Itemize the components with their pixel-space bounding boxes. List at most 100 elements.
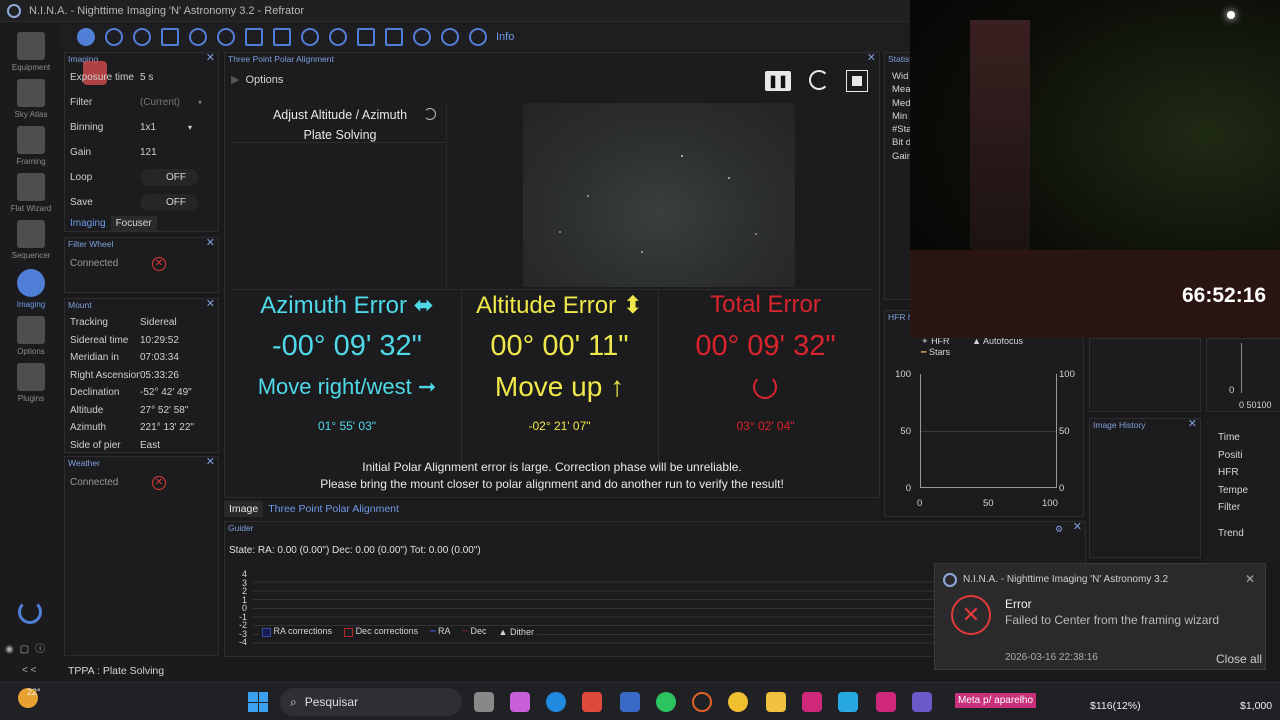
error-icon: ✕ (152, 256, 166, 271)
pier-label: Side of pier (70, 440, 121, 451)
legend-ra-corrections: RA corrections (262, 626, 332, 637)
sidereal-value: 10:29:52 (140, 335, 179, 346)
hfr-ytick-right: 0 (1059, 483, 1065, 494)
sidebar-item-framing[interactable]: Framing (0, 126, 62, 166)
pier-value: East (140, 440, 161, 451)
house-icon[interactable] (357, 28, 375, 46)
whatsapp-icon[interactable] (656, 692, 676, 712)
loop-toggle[interactable]: OFF (140, 169, 198, 186)
sidebar-item-equipment[interactable]: Equipment (0, 32, 62, 72)
origin-icon[interactable] (692, 692, 712, 712)
close-icon[interactable]: ✕ (206, 237, 215, 250)
legend-dec-corrections: Dec corrections (344, 626, 418, 637)
rotator-icon[interactable] (189, 28, 207, 46)
total-error-title: Total Error (710, 291, 821, 318)
guider-title: Guider (228, 523, 254, 533)
meta-notification[interactable]: Meta p/ aparelho (955, 693, 1037, 708)
close-icon[interactable]: ✕ (206, 52, 215, 65)
sidebar-item-imaging[interactable]: Imaging (0, 269, 62, 309)
app-icon[interactable] (802, 692, 822, 712)
legend-dither: ▲ Dither (498, 626, 534, 637)
dome-icon[interactable] (133, 28, 151, 46)
mount-panel: Mount ✕ Tracking Sidereal Sidereal time 10:… (64, 298, 219, 453)
pause-button[interactable]: ❚❚ (765, 71, 791, 91)
chart-icon[interactable] (385, 28, 403, 46)
stop-button[interactable] (846, 70, 868, 92)
tab-imaging[interactable]: Imaging (65, 218, 111, 229)
copilot-icon[interactable] (510, 692, 530, 712)
close-all-button[interactable]: Close all (1216, 652, 1262, 666)
mini-panel (1089, 338, 1201, 412)
app-icon[interactable] (876, 692, 896, 712)
chevron-down-icon[interactable]: ▾ (188, 123, 192, 132)
folder-icon[interactable] (766, 692, 786, 712)
sidebar-item-sky-atlas[interactable]: Sky Atlas (0, 79, 62, 119)
close-icon[interactable]: ✕ (206, 298, 215, 311)
filter-select[interactable]: (Current) (140, 97, 198, 108)
flat-wizard-icon (17, 173, 45, 201)
close-icon[interactable]: ✕ (1245, 572, 1255, 586)
total-error-value: 00° 09' 32" (695, 330, 836, 362)
close-icon[interactable]: ✕ (1073, 521, 1082, 534)
edge-icon[interactable] (546, 692, 566, 712)
target-icon[interactable] (217, 28, 235, 46)
tab-image[interactable]: Image (224, 501, 264, 517)
wave-icon[interactable] (413, 28, 431, 46)
sidebar-item-plugins[interactable]: Plugins (0, 363, 62, 403)
start-icon[interactable] (248, 692, 268, 712)
arc-icon[interactable] (329, 28, 347, 46)
exposure-field[interactable]: 5 s (140, 72, 153, 83)
bulb-icon[interactable] (441, 28, 459, 46)
search-icon: ⌕ (290, 694, 297, 709)
chevron-down-icon[interactable]: ▾ (198, 98, 202, 107)
shield-icon[interactable] (469, 28, 487, 46)
tppa-panel: Three Point Polar Alignment ✕ ▶ Options ❚❚… (224, 52, 880, 498)
filter-wheel-panel: Filter Wheel ✕ Connected ✕ (64, 237, 219, 293)
app-icon[interactable] (620, 692, 640, 712)
sidebar-label: Flat Wizard (10, 204, 52, 213)
filter-label: Filter (70, 97, 93, 108)
legend-ra: ━ RA (430, 626, 451, 636)
altitude-label: Altitude (70, 405, 104, 416)
filter-wheel-icon[interactable] (105, 28, 123, 46)
app-icon[interactable] (912, 692, 932, 712)
settings-icon[interactable]: ⚙ (1055, 524, 1063, 535)
close-icon[interactable]: ✕ (206, 456, 215, 469)
sliders-icon[interactable] (273, 28, 291, 46)
store-icon[interactable] (582, 692, 602, 712)
collapse-button[interactable]: < < (22, 665, 36, 676)
hfr-ytick: 0 (905, 483, 911, 494)
tab-focuser[interactable]: Focuser (110, 216, 157, 231)
stat-label: Mea (892, 84, 911, 96)
close-icon[interactable]: ✕ (867, 52, 876, 65)
connection-label: Connected (70, 258, 119, 269)
stat-label: Med (892, 97, 911, 109)
chrome-icon[interactable] (728, 692, 748, 712)
hfr-legend: ✦ HFR ▲ Autofocus ━ Stars (921, 336, 1023, 358)
task-view-icon[interactable] (474, 692, 494, 712)
power-icon[interactable] (18, 600, 42, 624)
options-expander[interactable]: ▶ Options (231, 73, 283, 87)
sidebar-item-options[interactable]: Options (0, 316, 62, 356)
list-icon[interactable] (245, 28, 263, 46)
info-tab[interactable]: Info (496, 31, 514, 43)
save-toggle[interactable]: OFF (140, 194, 198, 211)
gain-field[interactable]: 121 (140, 147, 157, 158)
refresh-button[interactable] (809, 70, 829, 90)
focus-icon[interactable] (161, 28, 179, 46)
tab-tppa[interactable]: Three Point Polar Alignment (263, 503, 404, 515)
weather-panel: Weather ✕ Connected ✕ (64, 456, 219, 656)
app-icon[interactable] (838, 692, 858, 712)
camera-icon[interactable] (77, 28, 95, 46)
warning-line-2: Please bring the mount closer to polar a… (320, 477, 784, 491)
close-icon[interactable]: ✕ (1188, 418, 1197, 431)
sidebar-item-sequencer[interactable]: Sequencer (0, 220, 62, 260)
taskbar-search[interactable]: ⌕ Pesquisar (280, 688, 462, 716)
sky-atlas-icon (17, 79, 45, 107)
hfr-ytick: 100 (895, 369, 911, 380)
sidebar-item-flat-wizard[interactable]: Flat Wizard (0, 173, 62, 213)
star (587, 195, 589, 197)
guider-icon[interactable] (301, 28, 319, 46)
hfr-history-panel: HFR h ✦ HFR ▲ Autofocus ━ Stars 100 50 0… (884, 310, 1084, 517)
binning-select[interactable]: 1x1 (140, 122, 188, 133)
